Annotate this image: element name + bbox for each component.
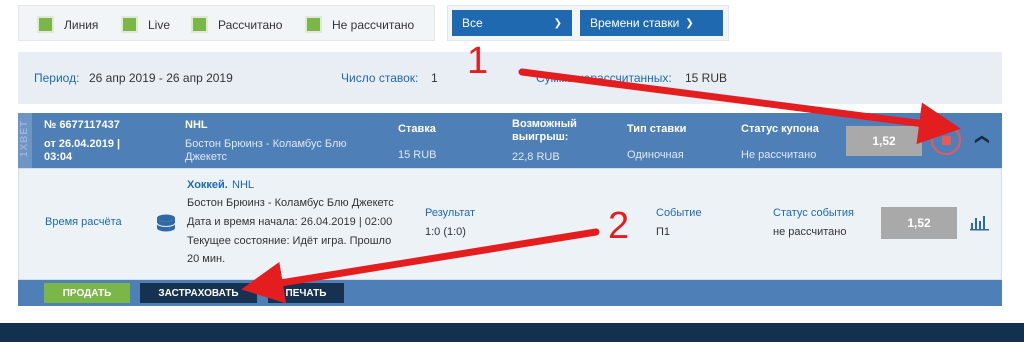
page-footer bbox=[0, 323, 1024, 342]
coupon-coefficient: 1,52 bbox=[846, 126, 922, 156]
annotation-number-1: 1 bbox=[467, 40, 489, 82]
win-label: Возможный bbox=[512, 118, 577, 130]
coupon-number: № 6677117437 bbox=[44, 119, 120, 131]
coupon-date: от 26.04.2019 | bbox=[44, 138, 121, 150]
event-start: Дата и время начала: 26.04.2019 | 02:00 bbox=[187, 216, 393, 228]
filter-unsettled-label: Не рассчитано bbox=[332, 17, 415, 32]
checkbox-icon bbox=[37, 16, 54, 33]
sport-name: Хоккей. bbox=[187, 179, 228, 191]
coupon-teams-cont: Джекетс bbox=[185, 151, 228, 163]
filter-live-checkbox[interactable]: Live bbox=[121, 16, 170, 33]
coupon-time: 03:04 bbox=[44, 151, 73, 163]
print-button[interactable]: ПЕЧАТЬ bbox=[268, 283, 344, 303]
league-link[interactable]: NHL bbox=[232, 179, 254, 191]
period-value: 26 апр 2019 - 26 апр 2019 bbox=[89, 71, 233, 85]
event-label: Событие bbox=[656, 207, 702, 219]
bet-type-value: Одиночная bbox=[627, 149, 684, 161]
filter-unsettled-checkbox[interactable]: Не рассчитано bbox=[305, 16, 414, 33]
event-value: П1 bbox=[656, 226, 671, 238]
status-dropdown-value: Все bbox=[462, 16, 483, 30]
event-coefficient: 1,52 bbox=[881, 207, 957, 239]
event-state-cont: 20 мин. bbox=[187, 253, 226, 265]
checkbox-icon bbox=[305, 16, 322, 33]
chevron-down-icon: ❯ bbox=[685, 17, 694, 29]
coupon-status-value: Не рассчитано bbox=[741, 149, 817, 161]
filter-settled-checkbox[interactable]: Рассчитано bbox=[191, 16, 282, 33]
unsettled-sum-label: Сумма нерассчитанных: bbox=[536, 71, 672, 85]
stake-label: Ставка bbox=[398, 123, 436, 135]
filter-line-checkbox[interactable]: Линия bbox=[37, 16, 98, 33]
result-label: Результат bbox=[425, 207, 476, 219]
sort-dropdown-value: Времени ставки bbox=[590, 16, 680, 30]
status-dropdown[interactable]: Все ❯ bbox=[452, 10, 572, 36]
filter-settled-label: Рассчитано bbox=[218, 17, 283, 32]
event-status-value: не рассчитано bbox=[773, 226, 847, 238]
coupon-teams: Бостон Брюинз - Коламбус Блю bbox=[185, 138, 347, 150]
coupon-header[interactable]: 1XBET № 6677117437 от 26.04.2019 | 03:04… bbox=[18, 113, 1002, 168]
delete-icon[interactable] bbox=[931, 125, 961, 155]
win-value: 22,8 RUB bbox=[512, 151, 560, 163]
result-value: 1:0 (1:0) bbox=[425, 226, 466, 238]
chevron-up-icon[interactable]: ❯ bbox=[972, 134, 989, 146]
annotation-number-2: 2 bbox=[608, 205, 630, 247]
filter-line-label: Линия bbox=[64, 17, 99, 32]
event-teams: Бостон Брюинз - Коламбус Блю Джекетс bbox=[187, 197, 394, 209]
dropdown-bar: Все ❯ Времени ставки ❯ bbox=[447, 5, 729, 41]
brand-logo: 1XBET bbox=[18, 113, 32, 168]
bet-type-label: Тип ставки bbox=[627, 123, 687, 135]
calc-time-label: Время расчёта bbox=[45, 216, 122, 228]
stake-value: 15 RUB bbox=[398, 149, 437, 161]
unsettled-sum-value: 15 RUB bbox=[685, 71, 728, 85]
event-state: Текущее состояние: Идёт игра. Прошло bbox=[187, 235, 392, 247]
win-label-cont: выигрыш: bbox=[512, 131, 569, 143]
period-summary: Период: 26 апр 2019 - 26 апр 2019 Число … bbox=[18, 52, 1002, 104]
sell-button[interactable]: ПРОДАТЬ bbox=[44, 283, 130, 303]
bet-count-label: Число ставок: bbox=[341, 71, 419, 85]
coupon-status-label: Статус купона bbox=[741, 123, 819, 135]
bet-count-value: 1 bbox=[431, 71, 438, 85]
checkbox-icon bbox=[121, 16, 138, 33]
sort-dropdown[interactable]: Времени ставки ❯ bbox=[580, 10, 723, 36]
insure-button[interactable]: ЗАСТРАХОВАТЬ bbox=[140, 283, 257, 303]
database-icon bbox=[156, 214, 176, 232]
period-label: Период: bbox=[34, 71, 80, 85]
filter-live-label: Live bbox=[148, 17, 171, 32]
event-status-label: Статус события bbox=[773, 207, 854, 219]
event-detail-row: Время расчёта Хоккей. NHL Бостон Брюинз … bbox=[18, 168, 1002, 280]
chevron-down-icon: ❯ bbox=[553, 17, 562, 29]
action-bar: ПРОДАТЬ ЗАСТРАХОВАТЬ ПЕЧАТЬ bbox=[18, 280, 1002, 306]
coupon-league: NHL bbox=[185, 119, 208, 131]
filter-bar: Линия Live Рассчитано Не рассчитано bbox=[18, 5, 435, 41]
checkbox-icon bbox=[191, 16, 208, 33]
stats-chart-icon[interactable] bbox=[970, 215, 990, 231]
